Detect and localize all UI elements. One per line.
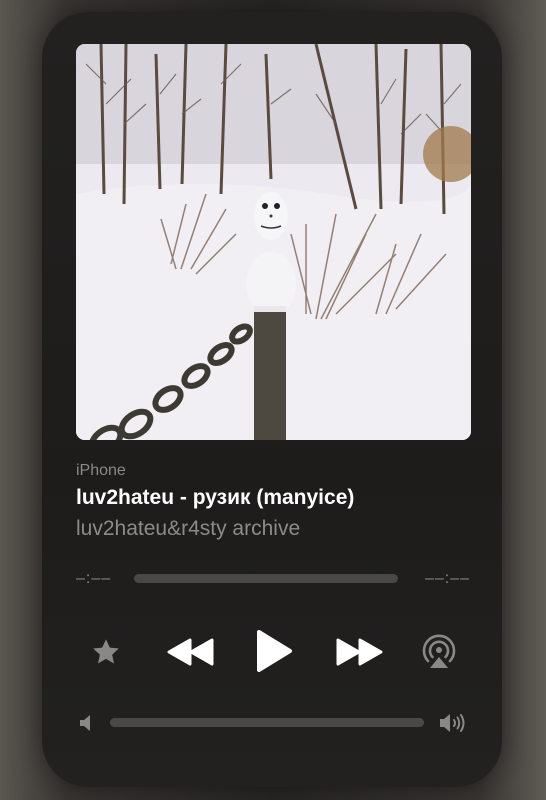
remaining-time: ––:–– xyxy=(424,570,470,587)
artwork-image xyxy=(76,44,471,440)
favorite-button[interactable] xyxy=(86,632,126,672)
speaker-high-icon xyxy=(440,714,465,732)
output-device-label: iPhone xyxy=(76,462,126,479)
album-artwork[interactable] xyxy=(76,44,471,440)
fast-forward-icon xyxy=(336,638,383,666)
play-icon xyxy=(257,630,292,672)
elapsed-time: –:–– xyxy=(76,570,112,587)
now-playing-card: iPhone luv2hateu - рузик (manyice) luv2h… xyxy=(42,12,502,787)
rewind-icon xyxy=(167,638,214,666)
volume-fill xyxy=(110,718,424,727)
speaker-low-icon xyxy=(80,715,90,731)
star-icon xyxy=(93,639,119,664)
volume-slider[interactable] xyxy=(110,718,424,727)
play-button[interactable] xyxy=(250,624,298,678)
airplay-button[interactable] xyxy=(417,630,461,674)
previous-button[interactable] xyxy=(162,632,220,672)
artist-name[interactable]: luv2hateu&r4sty archive xyxy=(76,517,300,541)
track-title: luv2hateu - рузик (manyice) xyxy=(76,486,355,509)
next-button[interactable] xyxy=(330,632,388,672)
airplay-icon xyxy=(422,634,456,668)
progress-bar[interactable] xyxy=(134,574,398,583)
